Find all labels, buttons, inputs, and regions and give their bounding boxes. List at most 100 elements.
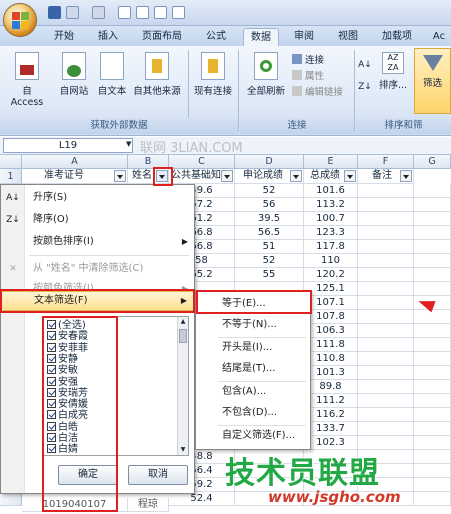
scroll-down-icon[interactable]: ▼: [179, 446, 187, 454]
table-cell[interactable]: 111.8: [304, 338, 358, 352]
select-all-corner[interactable]: [0, 155, 22, 169]
empty-cell[interactable]: [414, 282, 451, 296]
empty-cell[interactable]: [358, 310, 414, 324]
list-scrollbar[interactable]: ▲ ▼: [177, 317, 188, 455]
redo-icon[interactable]: [92, 6, 105, 19]
filter-arrow-total[interactable]: [344, 170, 356, 182]
empty-cell[interactable]: [414, 450, 451, 464]
table-cell[interactable]: 51: [235, 240, 304, 254]
office-button[interactable]: [3, 3, 37, 37]
sort-descending-item[interactable]: Z↓ 降序(O): [1, 210, 194, 230]
custom-filter-item[interactable]: 自定义筛选(F)...: [196, 426, 310, 446]
filter-arrow-remark[interactable]: [400, 170, 412, 182]
table-cell[interactable]: 107.1: [304, 296, 358, 310]
table-cell[interactable]: 89.8: [304, 380, 358, 394]
tab-addins[interactable]: 加载项: [374, 28, 420, 46]
empty-cell[interactable]: [414, 380, 451, 394]
from-access-button[interactable]: 自 Access: [6, 52, 48, 108]
table-cell[interactable]: 117.8: [304, 240, 358, 254]
empty-cell[interactable]: [414, 254, 451, 268]
refresh-all-button[interactable]: 全部刷新: [244, 52, 288, 97]
empty-cell[interactable]: [414, 352, 451, 366]
table-cell[interactable]: 52: [235, 254, 304, 268]
column-header-d[interactable]: D: [235, 155, 304, 169]
empty-cell[interactable]: [414, 324, 451, 338]
connections-button[interactable]: 连接: [292, 52, 352, 66]
table-cell[interactable]: 106.3: [304, 324, 358, 338]
table-cell[interactable]: 101.3: [304, 366, 358, 380]
from-web-button[interactable]: 自网站: [56, 52, 92, 97]
from-text-button[interactable]: 自文本: [94, 52, 130, 97]
not-equals-item[interactable]: 不等于(N)...: [196, 315, 310, 335]
name-box-dropdown-icon[interactable]: ▼: [126, 140, 131, 148]
empty-cell[interactable]: [358, 198, 414, 212]
tab-view[interactable]: 视图: [330, 28, 366, 46]
empty-cell[interactable]: [414, 268, 451, 282]
empty-cell[interactable]: [358, 338, 414, 352]
table-cell[interactable]: 107.8: [304, 310, 358, 324]
table-cell[interactable]: 56.5: [235, 226, 304, 240]
row-header[interactable]: [0, 492, 22, 506]
header-cell-remark[interactable]: 备注: [358, 169, 414, 184]
table-cell[interactable]: 52.4: [169, 492, 235, 506]
begins-with-item[interactable]: 开头是(I)...: [196, 338, 310, 358]
table-cell[interactable]: 113.2: [304, 198, 358, 212]
save-icon[interactable]: [48, 6, 61, 19]
empty-cell[interactable]: [414, 240, 451, 254]
empty-cell[interactable]: [414, 212, 451, 226]
edit-links-button[interactable]: 编辑链接: [292, 84, 352, 98]
column-header-g[interactable]: G: [414, 155, 451, 169]
bottom-name-cell[interactable]: 程琼: [128, 498, 169, 512]
filter-arrow-basic[interactable]: [221, 170, 233, 182]
header-cell-essay[interactable]: 申论成绩: [235, 169, 304, 184]
table-cell[interactable]: 111.2: [304, 394, 358, 408]
empty-cell[interactable]: [414, 464, 451, 478]
table-cell[interactable]: 39.5: [235, 212, 304, 226]
empty-cell[interactable]: [358, 282, 414, 296]
table-cell[interactable]: 120.2: [304, 268, 358, 282]
empty-cell[interactable]: [358, 324, 414, 338]
table-cell[interactable]: 125.1: [304, 282, 358, 296]
sort-za-icon[interactable]: Z↓: [358, 82, 372, 92]
print-icon[interactable]: [136, 6, 149, 19]
table-cell[interactable]: 52: [235, 184, 304, 198]
empty-cell[interactable]: [414, 198, 451, 212]
empty-cell[interactable]: [414, 366, 451, 380]
scroll-thumb[interactable]: [179, 329, 187, 343]
sort-by-color-item[interactable]: 按颜色排序(I) ▶: [1, 232, 194, 252]
empty-cell[interactable]: [414, 478, 451, 492]
table-cell[interactable]: 55: [235, 268, 304, 282]
tab-page-layout[interactable]: 页面布局: [134, 28, 190, 46]
empty-cell[interactable]: [414, 310, 451, 324]
table-cell[interactable]: 110.8: [304, 352, 358, 366]
empty-cell[interactable]: [414, 338, 451, 352]
column-header-f[interactable]: F: [358, 155, 414, 169]
header-cell-basic[interactable]: 公共基础知: [169, 169, 235, 184]
empty-cell[interactable]: [414, 394, 451, 408]
quick-print-icon[interactable]: [154, 6, 167, 19]
table-cell[interactable]: 101.6: [304, 184, 358, 198]
from-other-sources-button[interactable]: 自其他来源: [130, 52, 184, 97]
empty-cell[interactable]: [358, 352, 414, 366]
print-preview-icon[interactable]: [118, 6, 131, 19]
contains-item[interactable]: 包含(A)...: [196, 382, 310, 402]
sort-dialog-button[interactable]: AZ ZA 排序...: [378, 52, 408, 91]
empty-cell[interactable]: [358, 184, 414, 198]
scroll-up-icon[interactable]: ▲: [179, 318, 187, 326]
tab-acrobat[interactable]: Ac: [428, 28, 450, 46]
empty-cell[interactable]: [414, 226, 451, 240]
filter-arrow-essay[interactable]: [290, 170, 302, 182]
cancel-button[interactable]: 取消: [128, 465, 188, 485]
empty-cell[interactable]: [358, 366, 414, 380]
tab-review[interactable]: 审阅: [286, 28, 322, 46]
empty-cell[interactable]: [358, 268, 414, 282]
tab-formulas[interactable]: 公式: [198, 28, 234, 46]
sort-ascending-item[interactable]: A↓ 升序(S): [1, 188, 194, 208]
undo-icon[interactable]: [66, 6, 79, 19]
empty-cell[interactable]: [414, 492, 451, 506]
empty-cell[interactable]: [358, 408, 414, 422]
column-header-c[interactable]: C: [169, 155, 235, 169]
tab-home[interactable]: 开始: [46, 28, 82, 46]
name-box[interactable]: L19: [3, 138, 133, 153]
ends-with-item[interactable]: 结尾是(T)...: [196, 359, 310, 379]
